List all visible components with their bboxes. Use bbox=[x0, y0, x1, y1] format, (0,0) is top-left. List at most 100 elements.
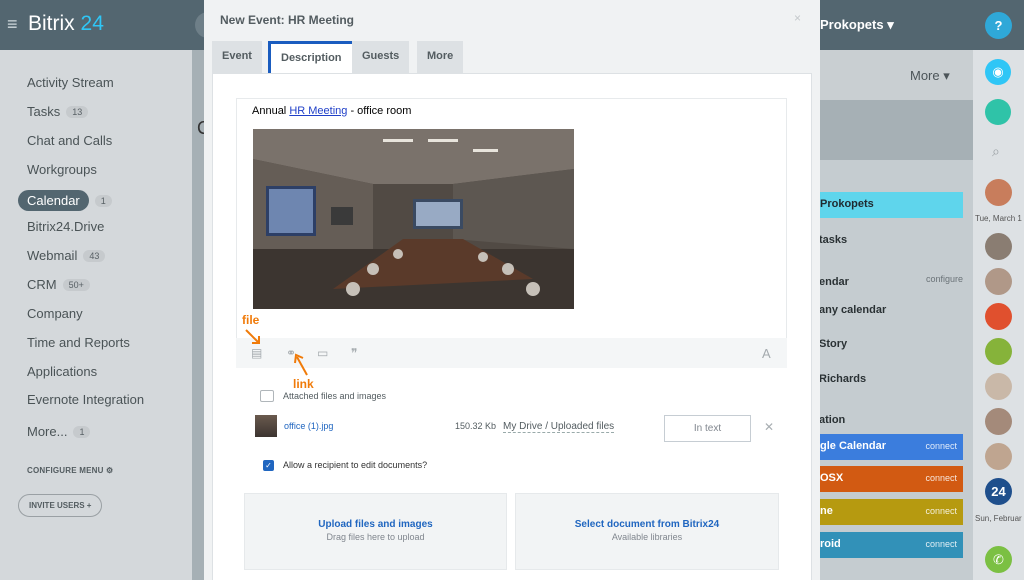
in-text-button[interactable]: In text bbox=[664, 415, 751, 442]
sidebar-item-label: Bitrix24.Drive bbox=[27, 219, 105, 234]
file-annotation: file bbox=[242, 313, 260, 327]
configure-menu-button[interactable]: CONFIGURE MENU ⚙ bbox=[27, 466, 113, 475]
editor-toolbar: ▤ ⚭ ▭ ❞ A bbox=[236, 338, 787, 368]
invite-users-button[interactable]: INVITE USERS + bbox=[18, 494, 103, 517]
count-badge: 50+ bbox=[62, 278, 90, 291]
panel-row: ation bbox=[819, 414, 846, 426]
panel-row: Richards bbox=[819, 373, 867, 385]
connect-bar[interactable]: OSX connect bbox=[812, 466, 963, 492]
file-size: 150.32 Kb bbox=[455, 421, 497, 431]
right-sidebar: ? ◉ ⌕ Tue, March 1 24 Sun, Februar ✆ bbox=[973, 0, 1024, 580]
sidebar-item-label: Activity Stream bbox=[27, 75, 114, 90]
sidebar-item-label: Webmail bbox=[27, 248, 78, 263]
tab-more[interactable]: More bbox=[417, 41, 464, 73]
video-icon[interactable]: ▭ bbox=[317, 346, 328, 360]
avatar[interactable] bbox=[985, 268, 1012, 295]
bitrix24-avatar[interactable]: 24 bbox=[985, 478, 1012, 505]
file-icon[interactable]: ▤ bbox=[251, 346, 262, 360]
sidebar-item-label: Chat and Calls bbox=[27, 133, 113, 148]
count-badge: 1 bbox=[94, 194, 112, 207]
conference-room-image[interactable] bbox=[253, 129, 574, 309]
sidebar-item[interactable]: CRM 50+ bbox=[27, 277, 90, 292]
tab-guests[interactable]: Guests bbox=[352, 41, 410, 73]
quote-icon[interactable]: ❞ bbox=[351, 346, 357, 360]
sidebar-item[interactable]: Evernote Integration bbox=[27, 392, 144, 407]
file-name-link[interactable]: office (1).jpg bbox=[284, 421, 333, 431]
connect-link[interactable]: connect bbox=[925, 473, 957, 483]
panel-row: Story bbox=[819, 338, 848, 350]
sidebar-item-label: Tasks bbox=[27, 104, 61, 119]
chat-icon[interactable] bbox=[985, 99, 1011, 125]
annotation-arrow-icon bbox=[294, 353, 308, 376]
sidebar-item[interactable]: Workgroups bbox=[27, 162, 97, 177]
attach-icon bbox=[260, 390, 274, 402]
select-doc-title: Select document from Bitrix24 bbox=[574, 519, 720, 530]
sidebar-item-label: Company bbox=[27, 306, 83, 321]
file-path-link[interactable]: My Drive / Uploaded files bbox=[503, 421, 615, 433]
connect-link[interactable]: connect bbox=[925, 506, 957, 516]
edit-documents-checkbox[interactable]: ✓ bbox=[263, 460, 274, 471]
sidebar-item-label: Workgroups bbox=[27, 162, 97, 177]
panel-row: any calendar bbox=[819, 304, 887, 316]
text-format-icon[interactable]: A bbox=[762, 346, 771, 361]
sidebar-item[interactable]: Calendar 1 bbox=[18, 190, 112, 211]
connect-bar[interactable]: roid connect bbox=[812, 532, 963, 558]
avatar[interactable] bbox=[985, 233, 1012, 260]
link-annotation: link bbox=[293, 377, 314, 391]
event-modal: New Event: HR Meeting × Event Descriptio… bbox=[204, 0, 820, 580]
file-thumbnail[interactable] bbox=[255, 415, 277, 437]
avatar[interactable] bbox=[985, 373, 1012, 400]
sidebar-item[interactable]: Tasks 13 bbox=[27, 104, 89, 119]
sidebar-item[interactable]: Chat and Calls bbox=[27, 133, 112, 148]
help-button[interactable]: ? bbox=[985, 12, 1012, 39]
sidebar-item-label: Applications bbox=[27, 364, 98, 379]
sidebar-item[interactable]: Company bbox=[27, 306, 83, 321]
avatar[interactable] bbox=[985, 443, 1012, 470]
date-label: Tue, March 1 bbox=[975, 214, 1022, 223]
sidebar-item-label: More... bbox=[27, 424, 68, 439]
sidebar-item[interactable]: Activity Stream bbox=[27, 75, 114, 90]
tab-event[interactable]: Event bbox=[212, 41, 262, 73]
panel-user-header: Prokopets bbox=[812, 192, 963, 218]
connect-bar[interactable]: gle Calendar connect bbox=[812, 434, 963, 460]
avatar[interactable] bbox=[985, 408, 1012, 435]
connect-bar-label: gle Calendar bbox=[820, 440, 887, 452]
phone-icon[interactable]: ✆ bbox=[985, 546, 1012, 573]
select-document-area[interactable]: Select document from Bitrix24 Available … bbox=[515, 493, 779, 570]
count-badge: 1 bbox=[73, 425, 91, 438]
editor-text: Annual HR Meeting - office room bbox=[252, 105, 412, 117]
app-logo[interactable]: Bitrix 24 bbox=[28, 12, 104, 36]
avatar[interactable] bbox=[985, 179, 1012, 206]
sidebar-item-label: Calendar bbox=[18, 190, 89, 211]
search-icon[interactable]: ⌕ bbox=[992, 143, 1000, 160]
sidebar-item-label: Time and Reports bbox=[27, 335, 130, 350]
connect-bar[interactable]: ne connect bbox=[812, 499, 963, 525]
remove-file-icon[interactable]: ✕ bbox=[764, 420, 774, 434]
upload-files-area[interactable]: Upload files and images Drag files here … bbox=[244, 493, 507, 570]
user-menu[interactable]: Prokopets ▾ bbox=[820, 17, 894, 33]
close-icon[interactable]: × bbox=[794, 11, 801, 25]
date-label: Sun, Februar bbox=[975, 514, 1022, 523]
notifications-icon[interactable]: ◉ bbox=[985, 59, 1011, 85]
menu-icon[interactable]: ≡ bbox=[7, 14, 18, 35]
annotation-arrow-icon bbox=[245, 329, 260, 344]
sidebar-item[interactable]: Time and Reports bbox=[27, 335, 130, 350]
sidebar-item-label: Evernote Integration bbox=[27, 392, 145, 407]
avatar[interactable] bbox=[985, 303, 1012, 330]
connect-link[interactable]: connect bbox=[925, 539, 957, 549]
connect-bar-label: roid bbox=[820, 538, 841, 550]
more-button[interactable]: More ▾ bbox=[910, 68, 950, 84]
sidebar-item[interactable]: Bitrix24.Drive bbox=[27, 219, 104, 234]
sidebar-item-label: CRM bbox=[27, 277, 57, 292]
connect-link[interactable]: connect bbox=[925, 441, 957, 451]
sidebar-item[interactable]: More... 1 bbox=[27, 424, 91, 439]
configure-link[interactable]: configure bbox=[926, 274, 963, 284]
sidebar-item[interactable]: Applications bbox=[27, 364, 97, 379]
hr-meeting-link[interactable]: HR Meeting bbox=[289, 105, 347, 117]
avatar[interactable] bbox=[985, 338, 1012, 365]
tab-description[interactable]: Description bbox=[268, 41, 355, 76]
panel-row: tasks bbox=[819, 234, 848, 246]
upload-title: Upload files and images bbox=[318, 519, 433, 530]
description-editor[interactable]: Annual HR Meeting - office room bbox=[236, 98, 787, 368]
sidebar-item[interactable]: Webmail 43 bbox=[27, 248, 106, 263]
